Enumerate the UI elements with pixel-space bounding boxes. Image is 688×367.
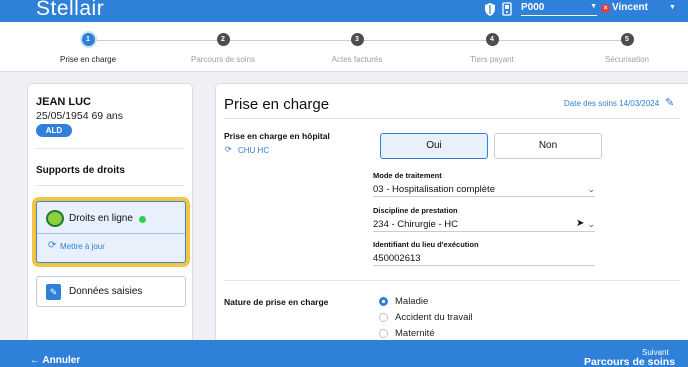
droits-en-ligne-card[interactable]: Droits en ligne ⟳ Mettre à jour — [36, 201, 186, 263]
chevron-down-icon: ▼ — [590, 3, 597, 10]
refresh-icon[interactable]: ⟳ — [48, 240, 56, 251]
treatment-label: Mode de traitement — [373, 171, 442, 180]
patient-panel: JEAN LUC 25/05/1954 69 ans ALD Supports … — [27, 83, 193, 353]
app-logo: Stellair — [36, 0, 105, 20]
step-actes-factures[interactable]: 3 Actes facturés — [297, 33, 417, 64]
donnees-saisies-label: Données saisies — [69, 286, 143, 297]
nature-label: Nature de prise en charge — [224, 297, 329, 307]
online-status-dot — [139, 216, 146, 223]
card-reader-icon[interactable] — [501, 2, 513, 17]
nature-option-label[interactable]: Maternité — [395, 328, 435, 339]
close-icon[interactable]: × — [601, 4, 610, 13]
hospital-label: Prise en charge en hôpital — [224, 131, 330, 141]
step-securisation[interactable]: 5 Sécurisation — [567, 33, 687, 64]
donnees-saisies-card[interactable]: ✎ Données saisies — [36, 276, 186, 307]
mettre-a-jour-link[interactable]: Mettre à jour — [60, 242, 105, 251]
edit-document-icon: ✎ — [46, 284, 61, 300]
practitioner-code: P000 — [521, 2, 545, 13]
mouse-cursor: ➤ — [576, 218, 585, 229]
step-number: 1 — [81, 33, 95, 46]
supports-title: Supports de droits — [36, 165, 125, 176]
refresh-icon[interactable]: ⟳ — [225, 145, 232, 154]
step-label: Prise en charge — [59, 55, 117, 64]
shield-icon[interactable] — [484, 2, 496, 17]
next-button[interactable]: Parcours de soins → — [584, 356, 688, 367]
chevron-down-icon: ⌄ — [587, 219, 595, 229]
step-label: Sécurisation — [604, 55, 650, 64]
step-number: 3 — [350, 33, 364, 46]
hospital-link[interactable]: CHU HC — [238, 146, 269, 155]
divider — [224, 118, 680, 119]
step-number: 5 — [620, 33, 634, 46]
practitioner-select[interactable]: P000 ▼ — [521, 2, 597, 16]
nature-option-label[interactable]: Accident du travail — [395, 312, 473, 323]
page-title: Prise en charge — [224, 96, 330, 113]
patient-name: JEAN LUC — [36, 96, 92, 108]
divider — [37, 233, 185, 234]
ald-badge: ALD — [36, 124, 72, 137]
divider — [36, 148, 184, 149]
no-button[interactable]: Non — [494, 133, 602, 159]
top-bar: Stellair P000 ▼ × Vincent ▼ — [0, 0, 688, 22]
stepper: 1 Prise en charge 2 Parcours de soins 3 … — [0, 22, 688, 72]
discipline-value: 234 - Chirurgie - HC — [373, 219, 458, 230]
prise-en-charge-panel: Prise en charge Date des soins 14/03/202… — [215, 83, 688, 353]
nature-option-label[interactable]: Maladie — [395, 296, 428, 307]
bottom-bar: ← Annuler Suivant Parcours de soins → — [0, 340, 688, 367]
cancel-button[interactable]: ← Annuler — [30, 355, 80, 366]
step-tiers-payant[interactable]: 4 Tiers payant — [432, 33, 552, 64]
discipline-label: Discipline de prestation — [373, 206, 458, 215]
step-number: 4 — [485, 33, 499, 46]
treatment-value: 03 - Hospitalisation complète — [373, 184, 495, 195]
discipline-select[interactable]: 234 - Chirurgie - HC ⌄ — [373, 219, 595, 232]
divider — [224, 280, 680, 281]
step-prise-en-charge[interactable]: 1 Prise en charge — [28, 33, 148, 64]
user-name[interactable]: Vincent — [612, 2, 648, 13]
nature-radio-maternite[interactable] — [379, 329, 388, 338]
step-label: Actes facturés — [331, 55, 383, 64]
chevron-down-icon: ⌄ — [587, 184, 595, 194]
droits-en-ligne-label: Droits en ligne — [69, 213, 133, 224]
user-menu-chevron-icon[interactable]: ▼ — [669, 4, 676, 11]
step-label: Parcours de soins — [190, 55, 256, 64]
nature-radio-maladie[interactable] — [379, 297, 388, 306]
care-date-link[interactable]: Date des soins 14/03/2024 — [564, 99, 659, 108]
place-label: Identifiant du lieu d'exécution — [373, 240, 479, 249]
nature-radio-accident[interactable] — [379, 313, 388, 322]
pencil-icon[interactable]: ✎ — [665, 96, 674, 109]
treatment-select[interactable]: 03 - Hospitalisation complète ⌄ — [373, 184, 595, 197]
yes-button[interactable]: Oui — [380, 133, 488, 159]
step-label: Tiers payant — [470, 55, 514, 64]
step-parcours-de-soins[interactable]: 2 Parcours de soins — [163, 33, 283, 64]
divider — [36, 185, 184, 186]
place-field[interactable]: 450002613 — [373, 253, 595, 266]
patient-dob-age: 25/05/1954 69 ans — [36, 110, 123, 122]
step-number: 2 — [216, 33, 230, 46]
vitale-card-icon — [46, 210, 64, 227]
